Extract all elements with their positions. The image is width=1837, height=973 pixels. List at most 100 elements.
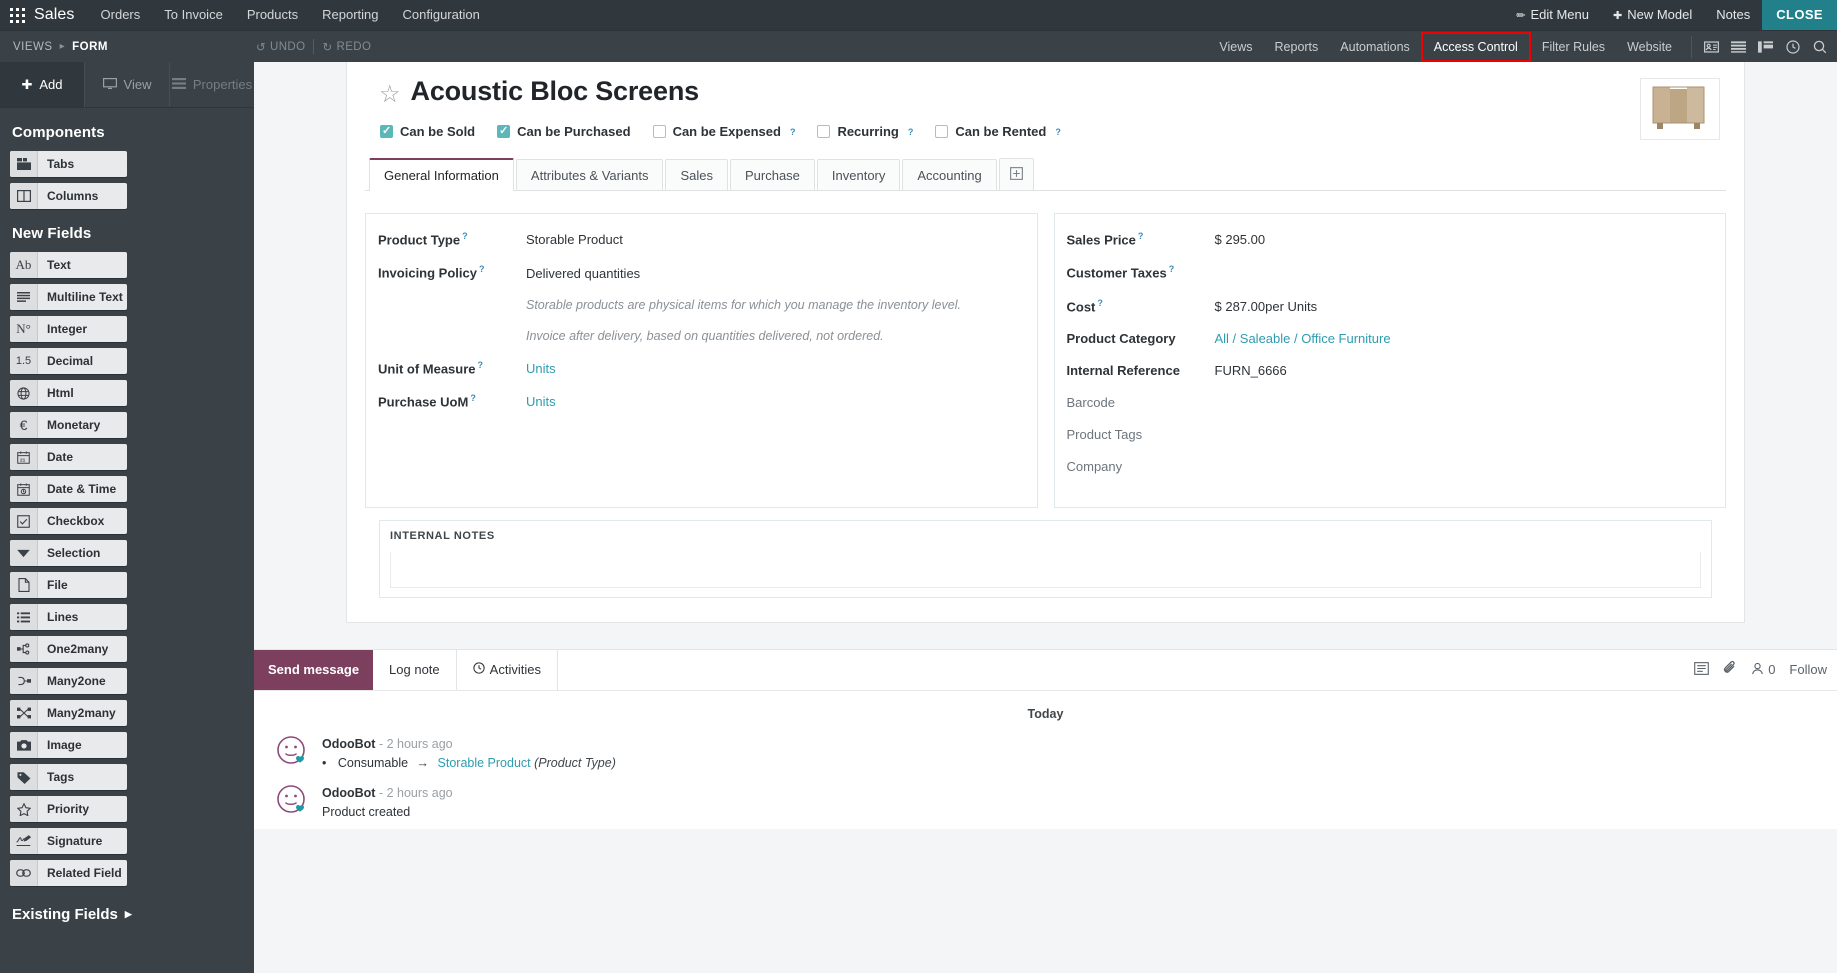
nav-menu-reporting[interactable]: Reporting bbox=[310, 0, 390, 30]
sidebar-tab-properties[interactable]: Properties bbox=[170, 62, 254, 107]
components-grid: Tabs Columns bbox=[0, 151, 254, 209]
help-icon[interactable]: ? bbox=[479, 264, 485, 274]
studio-link-automations[interactable]: Automations bbox=[1329, 31, 1420, 63]
tab-general-information[interactable]: General Information bbox=[369, 158, 514, 191]
clock-icon[interactable] bbox=[1779, 40, 1806, 54]
new-model-button[interactable]: ✚New Model bbox=[1601, 0, 1704, 30]
field-many2one[interactable]: Many2one bbox=[10, 668, 127, 694]
camera-icon bbox=[10, 732, 38, 758]
field-value-invoicing-policy[interactable]: Delivered quantities bbox=[526, 266, 640, 281]
field-datetime[interactable]: Date & Time bbox=[10, 476, 127, 502]
document-icon[interactable] bbox=[1694, 662, 1709, 678]
product-image[interactable] bbox=[1640, 78, 1720, 140]
internal-notes-input[interactable] bbox=[390, 552, 1701, 588]
add-tab-button[interactable] bbox=[999, 158, 1034, 190]
undo-button[interactable]: ↺ UNDO bbox=[248, 40, 314, 54]
tab-accounting[interactable]: Accounting bbox=[902, 159, 996, 190]
close-studio-button[interactable]: CLOSE bbox=[1762, 0, 1837, 30]
field-html[interactable]: Html bbox=[10, 380, 127, 406]
studio-link-filter-rules[interactable]: Filter Rules bbox=[1531, 31, 1616, 63]
field-value-product-category[interactable]: All / Saleable / Office Furniture bbox=[1215, 331, 1391, 346]
help-icon[interactable]: ? bbox=[1169, 264, 1175, 274]
breadcrumb-views[interactable]: VIEWS bbox=[13, 41, 53, 53]
field-decimal[interactable]: 1.5 Decimal bbox=[10, 348, 127, 374]
tab-sales[interactable]: Sales bbox=[665, 159, 728, 190]
field-label-product-tags: Product Tags bbox=[1067, 427, 1215, 442]
field-multiline-text[interactable]: Multiline Text bbox=[10, 284, 127, 310]
field-text[interactable]: Ab Text bbox=[10, 252, 127, 278]
field-date[interactable]: 21 Date bbox=[10, 444, 127, 470]
general-information-groups: Product Type? Storable Product Invoicing… bbox=[365, 213, 1726, 508]
list-view-icon[interactable] bbox=[1725, 41, 1752, 53]
nav-menu-products[interactable]: Products bbox=[235, 0, 310, 30]
nav-menu-orders[interactable]: Orders bbox=[89, 0, 153, 30]
field-monetary[interactable]: € Monetary bbox=[10, 412, 127, 438]
apps-grid-icon[interactable] bbox=[0, 8, 34, 23]
star-outline-icon[interactable]: ☆ bbox=[379, 81, 401, 108]
field-signature[interactable]: Signature bbox=[10, 828, 127, 854]
checkbox-can-be-purchased[interactable]: Can be Purchased bbox=[497, 124, 630, 139]
help-icon[interactable]: ? bbox=[908, 127, 914, 137]
right-field-group: Sales Price? $ 295.00 Customer Taxes? bbox=[1054, 213, 1727, 508]
field-priority[interactable]: Priority bbox=[10, 796, 127, 822]
field-value-cost[interactable]: $ 287.00per Units bbox=[1215, 299, 1318, 314]
field-selection[interactable]: Selection bbox=[10, 540, 127, 566]
studio-link-reports[interactable]: Reports bbox=[1264, 31, 1330, 63]
nav-menu-configuration[interactable]: Configuration bbox=[391, 0, 492, 30]
field-value-unit-of-measure[interactable]: Units bbox=[526, 361, 556, 376]
field-many2many[interactable]: Many2many bbox=[10, 700, 127, 726]
field-checkbox[interactable]: Checkbox bbox=[10, 508, 127, 534]
kanban-view-icon[interactable] bbox=[1752, 41, 1779, 53]
field-related-field[interactable]: Related Field bbox=[10, 860, 127, 886]
help-icon[interactable]: ? bbox=[1138, 231, 1144, 241]
search-icon[interactable] bbox=[1806, 40, 1833, 54]
studio-link-website[interactable]: Website bbox=[1616, 31, 1683, 63]
help-icon[interactable]: ? bbox=[1097, 298, 1103, 308]
sidebar-tab-view[interactable]: View bbox=[85, 62, 170, 107]
tab-attributes-variants[interactable]: Attributes & Variants bbox=[516, 159, 664, 190]
contact-card-icon[interactable] bbox=[1698, 41, 1725, 53]
help-icon[interactable]: ? bbox=[1055, 127, 1061, 137]
field-tags[interactable]: Tags bbox=[10, 764, 127, 790]
field-value-product-type[interactable]: Storable Product bbox=[526, 232, 623, 247]
followers-counter[interactable]: 0 bbox=[1751, 662, 1775, 678]
activities-button[interactable]: Activities bbox=[456, 650, 558, 690]
help-icon[interactable]: ? bbox=[470, 393, 476, 403]
field-one2many[interactable]: One2many bbox=[10, 636, 127, 662]
existing-fields-toggle[interactable]: Existing Fields ▶ bbox=[0, 886, 254, 923]
field-value-internal-reference[interactable]: FURN_6666 bbox=[1215, 363, 1287, 378]
field-value-purchase-uom[interactable]: Units bbox=[526, 394, 556, 409]
checkbox-recurring[interactable]: Recurring ? bbox=[817, 124, 913, 139]
studio-link-access-control[interactable]: Access Control bbox=[1421, 32, 1531, 62]
edit-menu-button[interactable]: ✏Edit Menu bbox=[1504, 0, 1601, 30]
app-brand-name[interactable]: Sales bbox=[34, 6, 75, 24]
help-icon[interactable]: ? bbox=[478, 360, 484, 370]
message-header: OdooBot - 2 hours ago bbox=[322, 786, 453, 800]
redo-button[interactable]: ↻ REDO bbox=[314, 40, 379, 54]
sidebar-tab-add[interactable]: ✚ Add bbox=[0, 62, 85, 107]
send-message-button[interactable]: Send message bbox=[254, 650, 373, 690]
follow-button[interactable]: Follow bbox=[1789, 662, 1827, 677]
field-file[interactable]: File bbox=[10, 572, 127, 598]
avatar[interactable] bbox=[276, 784, 308, 816]
paperclip-icon[interactable] bbox=[1723, 661, 1737, 678]
notes-button[interactable]: Notes bbox=[1704, 0, 1762, 30]
component-columns[interactable]: Columns bbox=[10, 183, 127, 209]
checkbox-can-be-expensed[interactable]: Can be Expensed ? bbox=[653, 124, 796, 139]
field-integer[interactable]: N° Integer bbox=[10, 316, 127, 342]
log-note-button[interactable]: Log note bbox=[373, 650, 456, 690]
checkbox-can-be-rented[interactable]: Can be Rented ? bbox=[935, 124, 1061, 139]
field-image[interactable]: Image bbox=[10, 732, 127, 758]
field-lines[interactable]: Lines bbox=[10, 604, 127, 630]
nav-menu-to-invoice[interactable]: To Invoice bbox=[152, 0, 235, 30]
avatar[interactable] bbox=[276, 735, 308, 767]
tab-purchase[interactable]: Purchase bbox=[730, 159, 815, 190]
help-icon[interactable]: ? bbox=[790, 127, 796, 137]
tab-inventory[interactable]: Inventory bbox=[817, 159, 900, 190]
help-icon[interactable]: ? bbox=[462, 231, 468, 241]
title-line: ☆Acoustic Bloc Screens bbox=[379, 76, 1640, 107]
checkbox-can-be-sold[interactable]: Can be Sold bbox=[380, 124, 475, 139]
component-tabs[interactable]: Tabs bbox=[10, 151, 127, 177]
studio-link-views[interactable]: Views bbox=[1208, 31, 1263, 63]
field-value-sales-price[interactable]: $ 295.00 bbox=[1215, 232, 1266, 247]
